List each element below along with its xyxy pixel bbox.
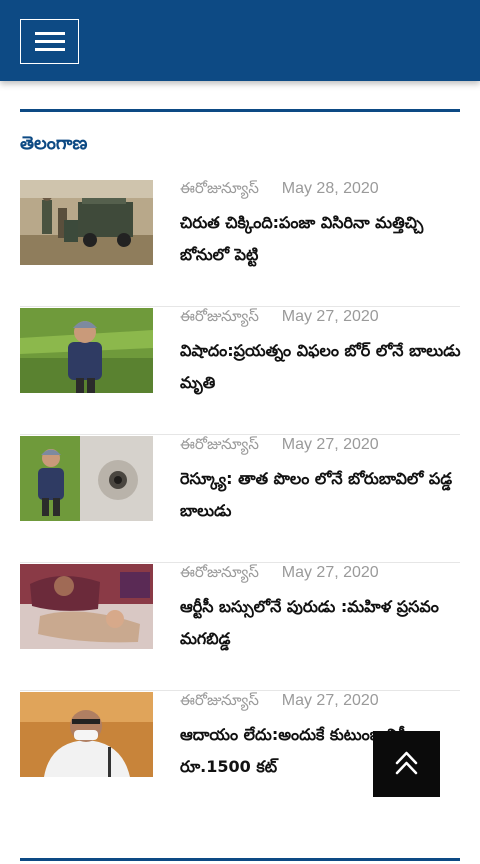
hamburger-menu-icon-bar [35, 48, 65, 51]
footer-divider [20, 858, 460, 861]
hamburger-menu-button[interactable] [20, 19, 79, 64]
news-headline[interactable]: చిరుత చిక్కింది:పంజా విసిరినా మత్తిచ్చి … [180, 207, 462, 271]
news-source[interactable]: ఈరోజున్యూస్ [180, 179, 259, 197]
news-thumbnail[interactable] [20, 436, 153, 521]
news-meta: ఈరోజున్యూస్ May 27, 2020 [180, 435, 379, 455]
section-divider [20, 109, 460, 112]
hamburger-menu-icon [35, 32, 65, 35]
news-meta: ఈరోజున్యూస్ May 27, 2020 [180, 307, 379, 327]
news-date: May 27, 2020 [281, 436, 379, 453]
news-source[interactable]: ఈరోజున్యూస్ [180, 435, 259, 453]
news-source[interactable]: ఈరోజున్యూస్ [180, 691, 259, 709]
news-source[interactable]: ఈరోజున్యూస్ [180, 563, 259, 581]
top-app-bar [0, 0, 480, 81]
news-thumbnail[interactable] [20, 692, 153, 777]
news-headline[interactable]: విషాదం:ప్రయత్నం విఫలం బోర్ లోనే బాలుడు మ… [180, 335, 462, 399]
news-item[interactable]: ఈరోజున్యూస్ May 27, 2020 ఆర్టీసీ బస్సులో… [20, 563, 460, 691]
news-thumbnail[interactable] [20, 308, 153, 393]
double-chevron-up-icon [395, 751, 418, 775]
news-source[interactable]: ఈరోజున్యూస్ [180, 307, 259, 325]
section-title[interactable]: తెలంగాణ [20, 133, 87, 158]
news-item[interactable]: ఈరోజున్యూస్ May 28, 2020 చిరుత చిక్కింది… [20, 179, 460, 307]
news-meta: ఈరోజున్యూస్ May 28, 2020 [180, 179, 379, 199]
news-meta: ఈరోజున్యూస్ May 27, 2020 [180, 691, 379, 711]
news-list: ఈరోజున్యూస్ May 28, 2020 చిరుత చిక్కింది… [20, 179, 462, 819]
news-headline[interactable]: ఆర్టీసీ బస్సులోనే పురుడు :మహిళ ప్రసవం మగ… [180, 591, 462, 655]
news-thumbnail[interactable] [20, 564, 153, 649]
news-headline[interactable]: రెస్క్యూ: తాత పొలం లోనే బోరుబావిలో పడ్డ … [180, 463, 462, 527]
news-date: May 27, 2020 [281, 564, 379, 581]
news-date: May 28, 2020 [281, 180, 379, 197]
news-thumbnail[interactable] [20, 180, 153, 265]
news-meta: ఈరోజున్యూస్ May 27, 2020 [180, 563, 379, 583]
news-date: May 27, 2020 [281, 308, 379, 325]
news-item[interactable]: ఈరోజున్యూస్ May 27, 2020 రెస్క్యూ: తాత ప… [20, 435, 460, 563]
hamburger-menu-icon-bar [35, 40, 65, 43]
scroll-to-top-button[interactable] [373, 731, 440, 797]
news-item[interactable]: ఈరోజున్యూస్ May 27, 2020 విషాదం:ప్రయత్నం… [20, 307, 462, 435]
news-date: May 27, 2020 [281, 692, 379, 709]
